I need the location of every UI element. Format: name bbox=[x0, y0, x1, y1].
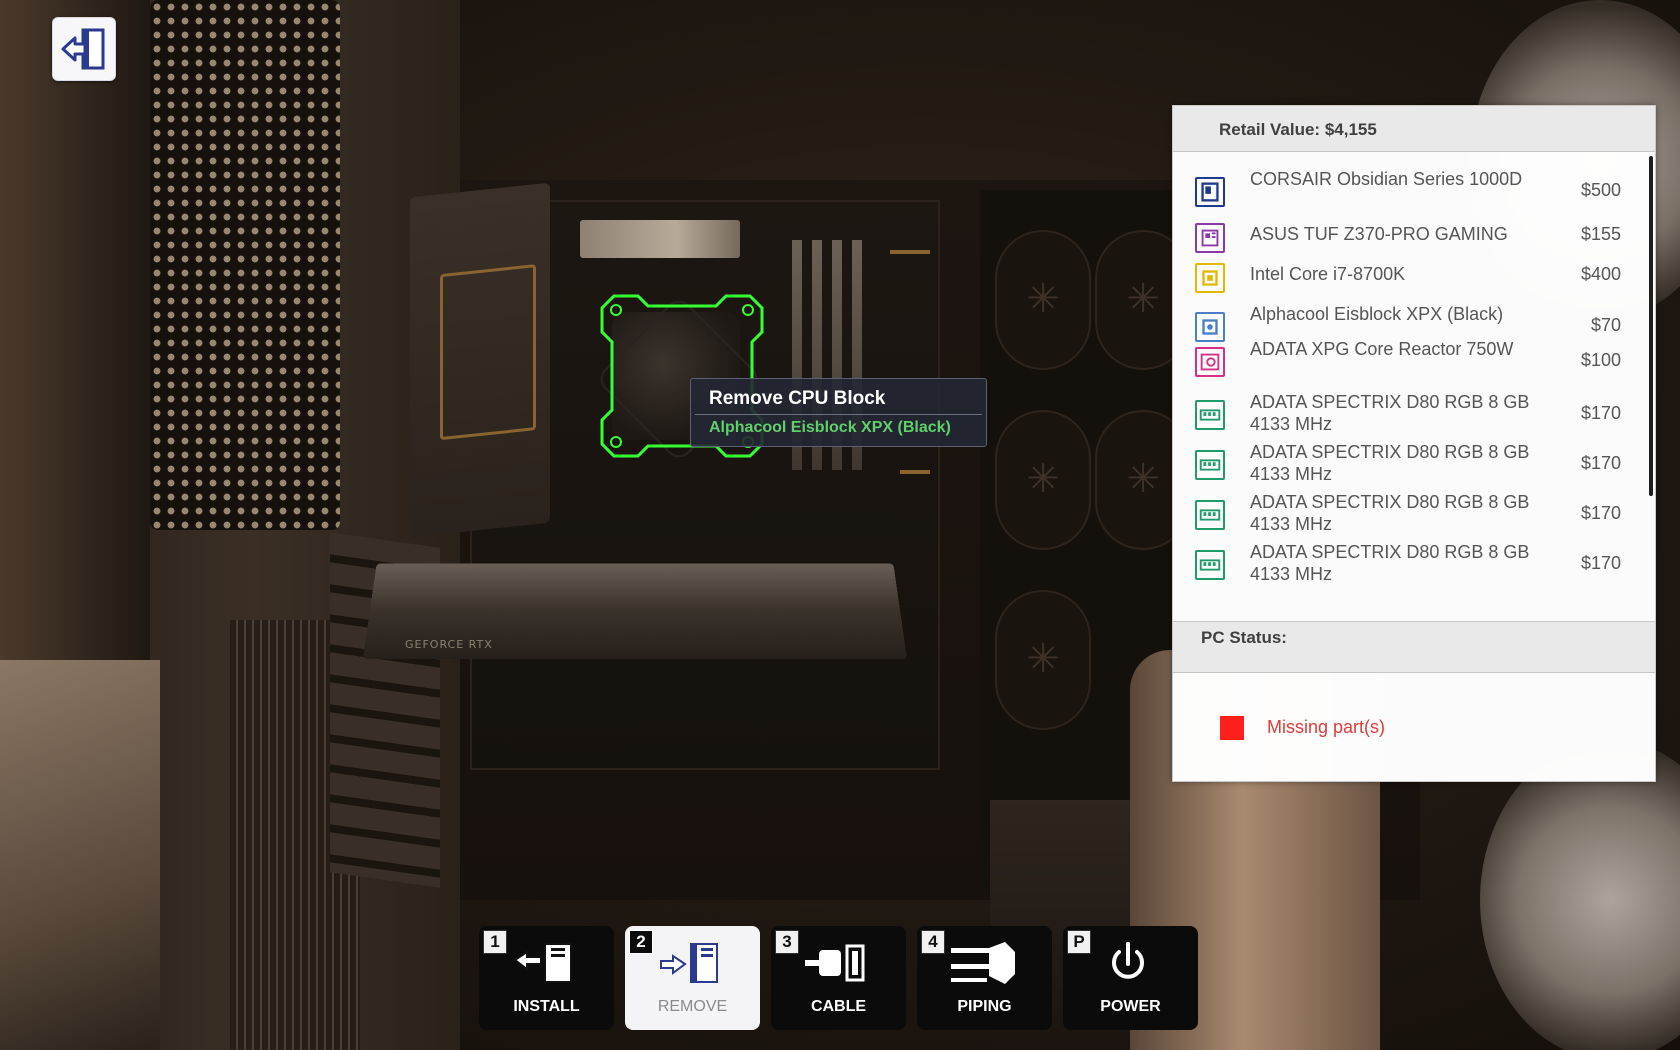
part-price: $170 bbox=[1580, 453, 1621, 473]
action-tooltip: Remove CPU Block Alphacool Eisblock XPX … bbox=[690, 378, 987, 447]
tooltip-part-name: Alphacool Eisblock XPX (Black) bbox=[709, 419, 951, 436]
power-icon bbox=[1095, 940, 1165, 988]
status-indicator bbox=[1220, 716, 1244, 740]
vrm-heatsink-top bbox=[580, 220, 740, 258]
status-text: Missing part(s) bbox=[1267, 717, 1386, 737]
cpu-icon bbox=[1195, 263, 1225, 293]
part-name: CORSAIR Obsidian Series 1000D bbox=[1250, 169, 1523, 189]
mb-decor bbox=[900, 470, 930, 474]
part-row[interactable]: ADATA SPECTRIX D80 RGB 8 GB 4133 MHz $170 bbox=[1173, 441, 1657, 487]
part-price: $100 bbox=[1580, 350, 1621, 370]
tool-label: POWER bbox=[1100, 998, 1161, 1015]
ram-icon bbox=[1195, 400, 1225, 430]
part-row[interactable]: ADATA SPECTRIX D80 RGB 8 GB 4133 MHz $170 bbox=[1173, 491, 1657, 537]
part-price: $170 bbox=[1580, 403, 1621, 423]
part-price: $170 bbox=[1580, 553, 1621, 573]
psu-icon bbox=[1195, 347, 1225, 377]
tooltip-divider bbox=[695, 414, 982, 415]
floor bbox=[0, 660, 160, 1050]
hotkey-badge: 4 bbox=[921, 930, 945, 954]
part-row[interactable]: ADATA SPECTRIX D80 RGB 8 GB 4133 MHz $170 bbox=[1173, 391, 1657, 437]
install-icon bbox=[511, 940, 581, 988]
hotkey-badge: 1 bbox=[483, 930, 507, 954]
exit-button[interactable] bbox=[52, 17, 116, 81]
ram-icon bbox=[1195, 500, 1225, 530]
hotkey-badge: 2 bbox=[629, 930, 653, 954]
case-mesh-panel bbox=[150, 0, 340, 530]
tool-bar: 1 INSTALL 2 REMOVE 3 CABLE 4 PIPING P POWER bbox=[479, 924, 1201, 1032]
remove-icon bbox=[657, 940, 727, 988]
mb-decor bbox=[890, 250, 930, 254]
parts-scrollbar[interactable] bbox=[1649, 156, 1653, 496]
case-icon bbox=[1195, 177, 1225, 207]
hotkey-badge: 3 bbox=[775, 930, 799, 954]
part-price: $170 bbox=[1580, 503, 1621, 523]
part-name: Intel Core i7-8700K bbox=[1250, 264, 1406, 284]
tooltip-title: Remove CPU Block bbox=[709, 388, 886, 409]
ram-icon bbox=[1195, 550, 1225, 580]
part-price: $155 bbox=[1580, 224, 1621, 244]
fan-mount bbox=[995, 230, 1091, 370]
part-row[interactable]: ADATA XPG Core Reactor 750W $100 bbox=[1173, 338, 1657, 384]
piping-icon bbox=[949, 940, 1019, 988]
part-price: $70 bbox=[1590, 315, 1621, 335]
tool-piping-button[interactable]: 4 PIPING bbox=[917, 926, 1052, 1030]
part-name: ADATA SPECTRIX D80 RGB 8 GB 4133 MHz bbox=[1250, 392, 1530, 434]
part-price: $400 bbox=[1580, 264, 1621, 284]
fan-mount bbox=[995, 410, 1091, 550]
vrm-heatsink bbox=[410, 182, 550, 538]
part-name: ADATA SPECTRIX D80 RGB 8 GB 4133 MHz bbox=[1250, 492, 1530, 534]
exit-icon bbox=[61, 28, 105, 70]
tool-remove-button[interactable]: 2 REMOVE bbox=[625, 926, 760, 1030]
gpu-brand-label: GEFORCE RTX bbox=[405, 638, 493, 651]
tool-power-button[interactable]: P POWER bbox=[1063, 926, 1198, 1030]
tool-cable-button[interactable]: 3 CABLE bbox=[771, 926, 906, 1030]
parts-list[interactable]: CORSAIR Obsidian Series 1000D $500 ASUS TU… bbox=[1173, 156, 1657, 616]
part-name: ADATA SPECTRIX D80 RGB 8 GB 4133 MHz bbox=[1250, 542, 1530, 584]
tool-install-button[interactable]: 1 INSTALL bbox=[479, 926, 614, 1030]
pc-status-label: PC Status: bbox=[1201, 628, 1287, 647]
hotkey-badge: P bbox=[1067, 930, 1091, 954]
part-price: $500 bbox=[1580, 180, 1621, 200]
fan-mount bbox=[995, 590, 1091, 730]
tool-label: PIPING bbox=[957, 998, 1012, 1015]
cable-icon bbox=[803, 940, 873, 988]
part-name: ADATA SPECTRIX D80 RGB 8 GB 4133 MHz bbox=[1250, 442, 1530, 484]
part-row[interactable]: ADATA SPECTRIX D80 RGB 8 GB 4133 MHz $170 bbox=[1173, 541, 1657, 587]
motherboard-icon bbox=[1195, 223, 1225, 253]
part-name: ASUS TUF Z370-PRO GAMING bbox=[1250, 224, 1508, 244]
parts-panel: Retail Value: $4,155 CORSAIR Obsidian Se… bbox=[1172, 105, 1656, 782]
ram-icon bbox=[1195, 450, 1225, 480]
part-name: Alphacool Eisblock XPX (Black) bbox=[1250, 304, 1504, 324]
part-name: ADATA XPG Core Reactor 750W bbox=[1250, 339, 1514, 359]
tool-label: INSTALL bbox=[513, 998, 580, 1015]
tool-label: REMOVE bbox=[657, 998, 728, 1015]
part-row[interactable]: CORSAIR Obsidian Series 1000D $500 bbox=[1173, 168, 1657, 214]
tool-label: CABLE bbox=[810, 998, 867, 1015]
retail-value: Retail Value: $4,155 bbox=[1219, 120, 1377, 139]
